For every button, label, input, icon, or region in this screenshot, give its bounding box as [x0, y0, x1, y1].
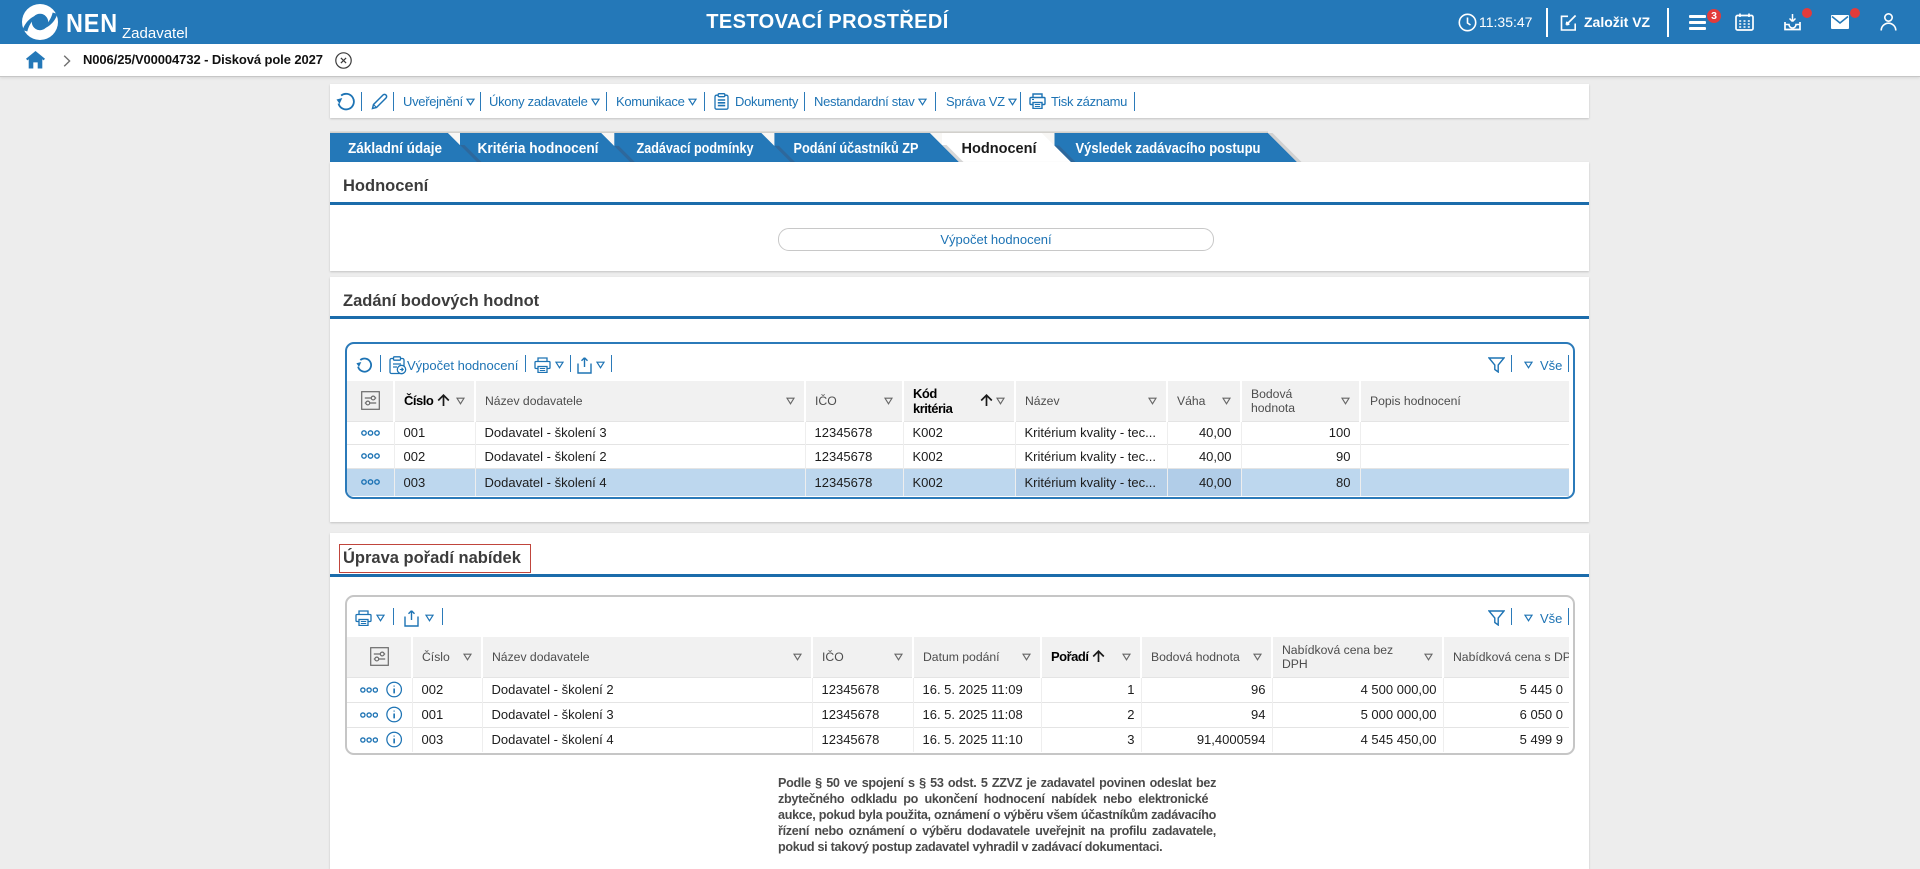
svg-text:Výsledek zadávacího postupu: Výsledek zadávacího postupu	[1076, 140, 1261, 157]
svg-text:Zadávací podmínky: Zadávací podmínky	[637, 140, 755, 157]
svg-text:Kritéria hodnocení: Kritéria hodnocení	[478, 140, 600, 157]
svg-text:Hodnocení: Hodnocení	[962, 140, 1038, 157]
svg-text:Základní údaje: Základní údaje	[348, 140, 442, 157]
svg-text:Podání účastníků ZP: Podání účastníků ZP	[794, 140, 919, 157]
